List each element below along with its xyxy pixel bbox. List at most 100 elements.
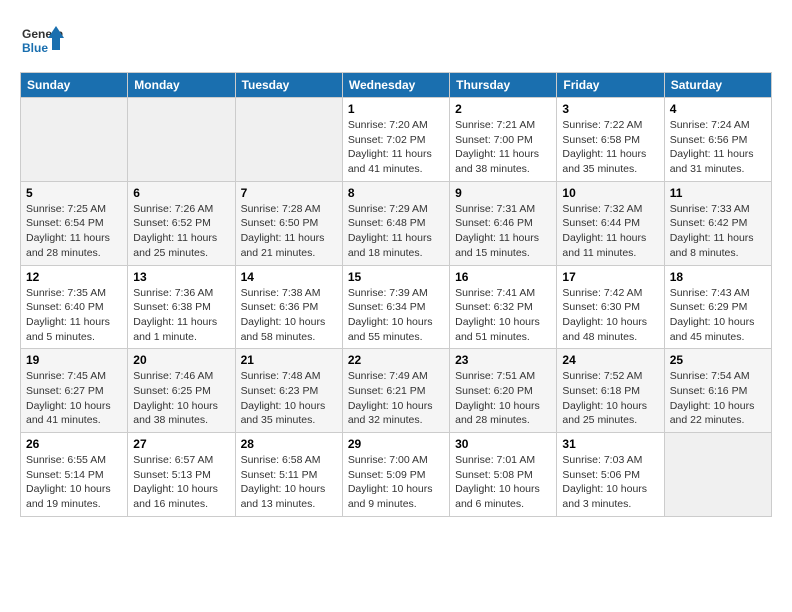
calendar-cell: 16Sunrise: 7:41 AMSunset: 6:32 PMDayligh… xyxy=(450,265,557,349)
calendar-cell: 23 Sunrise: 7:51 AMSunset: 6:20 PMDayligh… xyxy=(450,349,557,433)
calendar-cell: 19 Sunrise: 7:45 AMSunset: 6:27 PMDayligh… xyxy=(21,349,128,433)
day-number: 17 xyxy=(562,270,658,284)
day-number: 26 xyxy=(26,437,122,451)
calendar-week-row: 19 Sunrise: 7:45 AMSunset: 6:27 PMDayligh… xyxy=(21,349,772,433)
calendar-cell: 17 Sunrise: 7:42 AMSunset: 6:30 PMDayligh… xyxy=(557,265,664,349)
weekday-header: Tuesday xyxy=(235,73,342,98)
calendar-cell: 31Sunrise: 7:03 AMSunset: 5:06 PMDayligh… xyxy=(557,433,664,517)
day-info: Sunrise: 7:36 AMSunset: 6:38 PMDaylight:… xyxy=(133,286,229,345)
calendar-cell: 27 Sunrise: 6:57 AMSunset: 5:13 PMDayligh… xyxy=(128,433,235,517)
weekday-header: Saturday xyxy=(664,73,771,98)
day-number: 9 xyxy=(455,186,551,200)
weekday-header: Monday xyxy=(128,73,235,98)
day-info: Sunrise: 7:42 AMSunset: 6:30 PMDaylight:… xyxy=(562,286,658,345)
day-number: 28 xyxy=(241,437,337,451)
logo: General Blue xyxy=(20,20,64,64)
calendar-week-row: 5Sunrise: 7:25 AMSunset: 6:54 PMDaylight… xyxy=(21,181,772,265)
calendar-cell: 30Sunrise: 7:01 AMSunset: 5:08 PMDayligh… xyxy=(450,433,557,517)
day-info: Sunrise: 7:26 AMSunset: 6:52 PMDaylight:… xyxy=(133,202,229,261)
day-number: 29 xyxy=(348,437,444,451)
calendar-cell: 7 Sunrise: 7:28 AMSunset: 6:50 PMDaylight… xyxy=(235,181,342,265)
calendar-cell: 18 Sunrise: 7:43 AMSunset: 6:29 PMDayligh… xyxy=(664,265,771,349)
day-number: 2 xyxy=(455,102,551,116)
calendar-cell xyxy=(21,98,128,182)
day-info: Sunrise: 7:32 AMSunset: 6:44 PMDaylight:… xyxy=(562,202,658,261)
day-info: Sunrise: 7:45 AMSunset: 6:27 PMDaylight:… xyxy=(26,369,122,428)
day-info: Sunrise: 7:33 AMSunset: 6:42 PMDaylight:… xyxy=(670,202,766,261)
day-info: Sunrise: 7:43 AMSunset: 6:29 PMDaylight:… xyxy=(670,286,766,345)
day-info: Sunrise: 7:22 AMSunset: 6:58 PMDaylight:… xyxy=(562,118,658,177)
calendar-cell: 14 Sunrise: 7:38 AMSunset: 6:36 PMDayligh… xyxy=(235,265,342,349)
calendar-cell: 15Sunrise: 7:39 AMSunset: 6:34 PMDayligh… xyxy=(342,265,449,349)
logo-svg: General Blue xyxy=(20,20,64,64)
calendar-table: SundayMondayTuesdayWednesdayThursdayFrid… xyxy=(20,72,772,517)
day-number: 31 xyxy=(562,437,658,451)
day-info: Sunrise: 7:38 AMSunset: 6:36 PMDaylight:… xyxy=(241,286,337,345)
page: General Blue SundayMondayTuesdayWednesda… xyxy=(0,0,792,527)
calendar-cell: 12Sunrise: 7:35 AMSunset: 6:40 PMDayligh… xyxy=(21,265,128,349)
calendar-cell: 24 Sunrise: 7:52 AMSunset: 6:18 PMDayligh… xyxy=(557,349,664,433)
calendar-week-row: 26 Sunrise: 6:55 AMSunset: 5:14 PMDayligh… xyxy=(21,433,772,517)
svg-text:Blue: Blue xyxy=(22,41,48,55)
day-number: 24 xyxy=(562,353,658,367)
day-info: Sunrise: 7:01 AMSunset: 5:08 PMDaylight:… xyxy=(455,453,551,512)
calendar-cell: 25 Sunrise: 7:54 AMSunset: 6:16 PMDayligh… xyxy=(664,349,771,433)
day-info: Sunrise: 7:51 AMSunset: 6:20 PMDaylight:… xyxy=(455,369,551,428)
calendar-cell: 1Sunrise: 7:20 AMSunset: 7:02 PMDaylight… xyxy=(342,98,449,182)
day-number: 5 xyxy=(26,186,122,200)
day-info: Sunrise: 7:48 AMSunset: 6:23 PMDaylight:… xyxy=(241,369,337,428)
day-number: 19 xyxy=(26,353,122,367)
day-info: Sunrise: 7:31 AMSunset: 6:46 PMDaylight:… xyxy=(455,202,551,261)
calendar-cell: 26 Sunrise: 6:55 AMSunset: 5:14 PMDayligh… xyxy=(21,433,128,517)
day-number: 7 xyxy=(241,186,337,200)
weekday-header-row: SundayMondayTuesdayWednesdayThursdayFrid… xyxy=(21,73,772,98)
calendar-week-row: 1Sunrise: 7:20 AMSunset: 7:02 PMDaylight… xyxy=(21,98,772,182)
day-number: 10 xyxy=(562,186,658,200)
day-number: 4 xyxy=(670,102,766,116)
calendar-cell xyxy=(235,98,342,182)
day-number: 3 xyxy=(562,102,658,116)
header: General Blue xyxy=(20,20,772,64)
calendar-cell: 4 Sunrise: 7:24 AMSunset: 6:56 PMDaylight… xyxy=(664,98,771,182)
calendar-cell: 21Sunrise: 7:48 AMSunset: 6:23 PMDayligh… xyxy=(235,349,342,433)
day-number: 18 xyxy=(670,270,766,284)
calendar-cell: 28 Sunrise: 6:58 AMSunset: 5:11 PMDayligh… xyxy=(235,433,342,517)
day-number: 20 xyxy=(133,353,229,367)
day-number: 8 xyxy=(348,186,444,200)
day-info: Sunrise: 6:58 AMSunset: 5:11 PMDaylight:… xyxy=(241,453,337,512)
day-info: Sunrise: 7:49 AMSunset: 6:21 PMDaylight:… xyxy=(348,369,444,428)
day-info: Sunrise: 7:54 AMSunset: 6:16 PMDaylight:… xyxy=(670,369,766,428)
calendar-cell xyxy=(664,433,771,517)
day-number: 14 xyxy=(241,270,337,284)
day-info: Sunrise: 7:24 AMSunset: 6:56 PMDaylight:… xyxy=(670,118,766,177)
weekday-header: Thursday xyxy=(450,73,557,98)
calendar-cell: 20 Sunrise: 7:46 AMSunset: 6:25 PMDayligh… xyxy=(128,349,235,433)
day-info: Sunrise: 7:21 AMSunset: 7:00 PMDaylight:… xyxy=(455,118,551,177)
day-number: 11 xyxy=(670,186,766,200)
day-info: Sunrise: 7:41 AMSunset: 6:32 PMDaylight:… xyxy=(455,286,551,345)
day-number: 13 xyxy=(133,270,229,284)
day-info: Sunrise: 6:57 AMSunset: 5:13 PMDaylight:… xyxy=(133,453,229,512)
day-number: 27 xyxy=(133,437,229,451)
weekday-header: Friday xyxy=(557,73,664,98)
day-info: Sunrise: 7:52 AMSunset: 6:18 PMDaylight:… xyxy=(562,369,658,428)
weekday-header: Wednesday xyxy=(342,73,449,98)
calendar-cell: 29 Sunrise: 7:00 AMSunset: 5:09 PMDayligh… xyxy=(342,433,449,517)
calendar-cell: 11 Sunrise: 7:33 AMSunset: 6:42 PMDayligh… xyxy=(664,181,771,265)
day-info: Sunrise: 6:55 AMSunset: 5:14 PMDaylight:… xyxy=(26,453,122,512)
calendar-cell: 5Sunrise: 7:25 AMSunset: 6:54 PMDaylight… xyxy=(21,181,128,265)
calendar-cell: 22Sunrise: 7:49 AMSunset: 6:21 PMDayligh… xyxy=(342,349,449,433)
calendar-week-row: 12Sunrise: 7:35 AMSunset: 6:40 PMDayligh… xyxy=(21,265,772,349)
day-number: 23 xyxy=(455,353,551,367)
day-number: 1 xyxy=(348,102,444,116)
day-number: 12 xyxy=(26,270,122,284)
day-info: Sunrise: 7:00 AMSunset: 5:09 PMDaylight:… xyxy=(348,453,444,512)
day-number: 25 xyxy=(670,353,766,367)
day-info: Sunrise: 7:46 AMSunset: 6:25 PMDaylight:… xyxy=(133,369,229,428)
day-number: 15 xyxy=(348,270,444,284)
day-info: Sunrise: 7:28 AMSunset: 6:50 PMDaylight:… xyxy=(241,202,337,261)
calendar-cell: 3 Sunrise: 7:22 AMSunset: 6:58 PMDaylight… xyxy=(557,98,664,182)
day-info: Sunrise: 7:29 AMSunset: 6:48 PMDaylight:… xyxy=(348,202,444,261)
calendar-cell: 10 Sunrise: 7:32 AMSunset: 6:44 PMDayligh… xyxy=(557,181,664,265)
calendar-cell xyxy=(128,98,235,182)
